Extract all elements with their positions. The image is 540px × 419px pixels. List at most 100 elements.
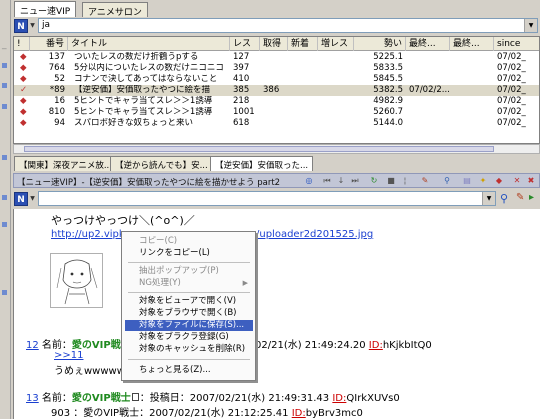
chevron-down-icon[interactable]: ▼ <box>482 192 495 205</box>
delete-icon[interactable]: ✕ <box>512 176 522 186</box>
col-header-number[interactable]: 番号 <box>30 37 68 51</box>
menu-item-open-browser[interactable]: 対象をブラウザで開く(B) <box>125 308 253 319</box>
chevron-down-icon[interactable]: ▼ <box>524 19 537 32</box>
col-header-mark[interactable]: ! <box>14 37 30 51</box>
thread-title: スパロボ好きな奴ちょっと来い <box>74 118 194 128</box>
close-icon[interactable]: ✖ <box>526 176 536 186</box>
grip-icon: ¦ <box>403 176 407 185</box>
thread-mark: ◆ <box>20 118 27 128</box>
menu-item-register-brakura[interactable]: 対象をブラクラ登録(G) <box>125 332 253 343</box>
menu-separator <box>128 292 250 293</box>
post-id-label[interactable]: ID: <box>369 340 383 351</box>
thread-row[interactable]: ◆ 810 5ヒントでキャラ当てスレ＞＞1誘導 1001 5260.7 07/0… <box>14 107 539 118</box>
thread-res: 218 <box>233 96 250 106</box>
menu-item-ng[interactable]: NG処理(Y) ▶ <box>125 278 253 289</box>
thread-since: 07/02_ <box>497 96 526 106</box>
tab-thread-3[interactable]: 【逆安価】安価取った... <box>210 156 314 171</box>
col-header-velocity[interactable]: 勢い <box>354 37 406 51</box>
thread-row[interactable]: ◆ 764 5分以内についたレスの数だけニコニコ 397 5833.5 07/0… <box>14 63 539 74</box>
thread-filter-value: ja <box>42 20 51 30</box>
menu-item-extract-popup[interactable]: 抽出ポップアップ(P) <box>125 266 253 277</box>
thread-since: 07/02_ <box>497 63 526 73</box>
col-header-last1[interactable]: 最終... <box>406 37 450 51</box>
image-link-end[interactable]: /uploader2d201525.jpg <box>256 229 373 240</box>
tab-news-vip[interactable]: ニュー速VIP <box>14 1 77 17</box>
minimize-icon[interactable]: _ <box>2 40 8 50</box>
reply-anchor-link[interactable]: >>11 <box>54 350 83 361</box>
menu-item-copy-link[interactable]: リンクをコピー(L) <box>125 248 253 259</box>
pane-marker-icon <box>2 63 7 68</box>
thread-row[interactable]: ◆ 16 5ヒントでキャラ当てスレ＞＞1誘導 218 4982.9 07/02_ <box>14 96 539 107</box>
refresh-icon[interactable]: ◎ <box>304 176 314 186</box>
filter-mode-button[interactable]: N <box>14 19 28 33</box>
menu-item-delete-cache[interactable]: 対象のキャッシュを削除(R) <box>125 344 253 355</box>
thread-since: 07/02_ <box>497 85 526 95</box>
end-icon[interactable]: ⏭ <box>350 176 360 186</box>
thread-title: コナンで決してあってはならないこと <box>74 74 218 84</box>
search-icon[interactable]: ⚲ <box>442 176 452 186</box>
thread-res: 1001 <box>233 107 255 117</box>
col-header-got[interactable]: 取得 <box>260 37 288 51</box>
post-number[interactable]: 12 <box>26 340 39 351</box>
thread-velocity: 5833.5 <box>373 63 403 73</box>
post-name-label: 名前： <box>41 393 72 404</box>
thread-res: 410 <box>233 74 250 84</box>
menu-item-open-viewer[interactable]: 対象をビューアで開く(V) <box>125 296 253 307</box>
tab-anime-salon[interactable]: アニメサロン <box>82 2 148 18</box>
col-header-title[interactable]: タイトル <box>68 37 230 51</box>
thread-list[interactable]: ! 番号 タイトル レス 取得 新着 増レス 勢い 最終... 最終... si… <box>13 36 540 144</box>
thread-velocity: 5225.1 <box>373 52 403 62</box>
thread-res: 127 <box>233 52 250 62</box>
post-ascii-art: やっつけやっつけ＼(^o^)／ <box>51 214 195 227</box>
down-arrow-icon[interactable]: ↓ <box>336 176 346 186</box>
menu-item-save-file[interactable]: 対象をファイルに保存(S)... <box>125 320 253 331</box>
pane-marker-icon <box>2 195 7 200</box>
list-horizontal-scrollbar[interactable] <box>13 144 540 154</box>
thread-number: 764 <box>48 63 65 73</box>
mark-icon[interactable]: ◆ <box>494 176 504 186</box>
post-number[interactable]: 13 <box>26 393 39 404</box>
stop-icon[interactable]: ■ <box>386 176 396 186</box>
menu-item-quick-view[interactable]: ちょっと見る(Z)... <box>125 365 253 376</box>
menu-item-copy[interactable]: コピー(C) <box>125 236 253 247</box>
thread-title: 5ヒントでキャラ当てスレ＞＞1誘導 <box>74 107 213 117</box>
post-meta: ：投稿日：2007/02/21(水) 21:49:31.43 <box>139 393 333 404</box>
left-splitter[interactable]: _ <box>0 0 11 419</box>
thread-row[interactable]: ◆ 52 コナンで決してあってはならないこと 410 5845.5 07/02_ <box>14 74 539 85</box>
col-header-last2[interactable]: 最終... <box>450 37 494 51</box>
scrollbar-thumb[interactable] <box>24 146 494 152</box>
image-thumbnail[interactable] <box>50 253 103 308</box>
col-header-inc[interactable]: 増レス <box>318 37 354 51</box>
thread-row[interactable]: ◆ 94 スパロボ好きな奴ちょっと来い 618 5144.0 07/02_ <box>14 118 539 129</box>
star-icon[interactable]: ✦ <box>478 176 488 186</box>
pen-icon[interactable]: ✎ <box>516 192 526 205</box>
post-filter-input[interactable]: ▼ <box>38 191 496 206</box>
image-link-start[interactable]: http://up2.vipk <box>51 229 125 240</box>
post-id: QIrkXUVs0 <box>346 393 400 404</box>
thread-viewer[interactable]: やっつけやっつけ＼(^o^)／ http://up2.vipk /uploade… <box>13 209 540 419</box>
info-icon[interactable]: ▤ <box>462 176 472 186</box>
reload-icon[interactable]: ↻ <box>369 176 379 186</box>
chevron-right-icon: ▶ <box>242 279 248 287</box>
thread-row[interactable]: ◆ 137 ついたレスの数だけ折鶴うpする 127 5225.1 07/02_ <box>14 52 539 63</box>
thread-filter-input[interactable]: ja ▼ <box>38 18 538 33</box>
col-header-new[interactable]: 新着 <box>288 37 318 51</box>
chevron-right-icon[interactable]: ▸ <box>529 192 539 205</box>
pen-icon[interactable]: ✎ <box>420 176 430 186</box>
col-header-res[interactable]: レス <box>230 37 260 51</box>
thread-mark: ◆ <box>20 107 27 117</box>
col-header-since[interactable]: since <box>494 37 539 51</box>
post-id-label[interactable]: ID: <box>292 408 306 419</box>
chevron-down-icon[interactable]: ▼ <box>29 19 36 33</box>
thread-res: 618 <box>233 118 250 128</box>
first-icon[interactable]: ⏮ <box>322 176 332 186</box>
context-menu[interactable]: コピー(C) リンクをコピー(L) 抽出ポップアップ(P) NG処理(Y) ▶ … <box>121 231 256 381</box>
search-icon[interactable]: ⚲ <box>500 192 512 205</box>
thread-velocity: 5260.7 <box>373 107 403 117</box>
post-id-label[interactable]: ID: <box>332 393 346 404</box>
tab-thread-2[interactable]: 【逆から読んでも】安... <box>110 156 213 171</box>
tab-thread-1[interactable]: 【関東】深夜アニメ放... <box>14 156 117 171</box>
chevron-down-icon[interactable]: ▼ <box>29 192 36 206</box>
thread-row-selected[interactable]: ✓ *89 【逆安価】安価取ったやつに絵を描 385 386 5382.5 07… <box>14 85 539 96</box>
filter-mode-button-2[interactable]: N <box>14 192 28 206</box>
